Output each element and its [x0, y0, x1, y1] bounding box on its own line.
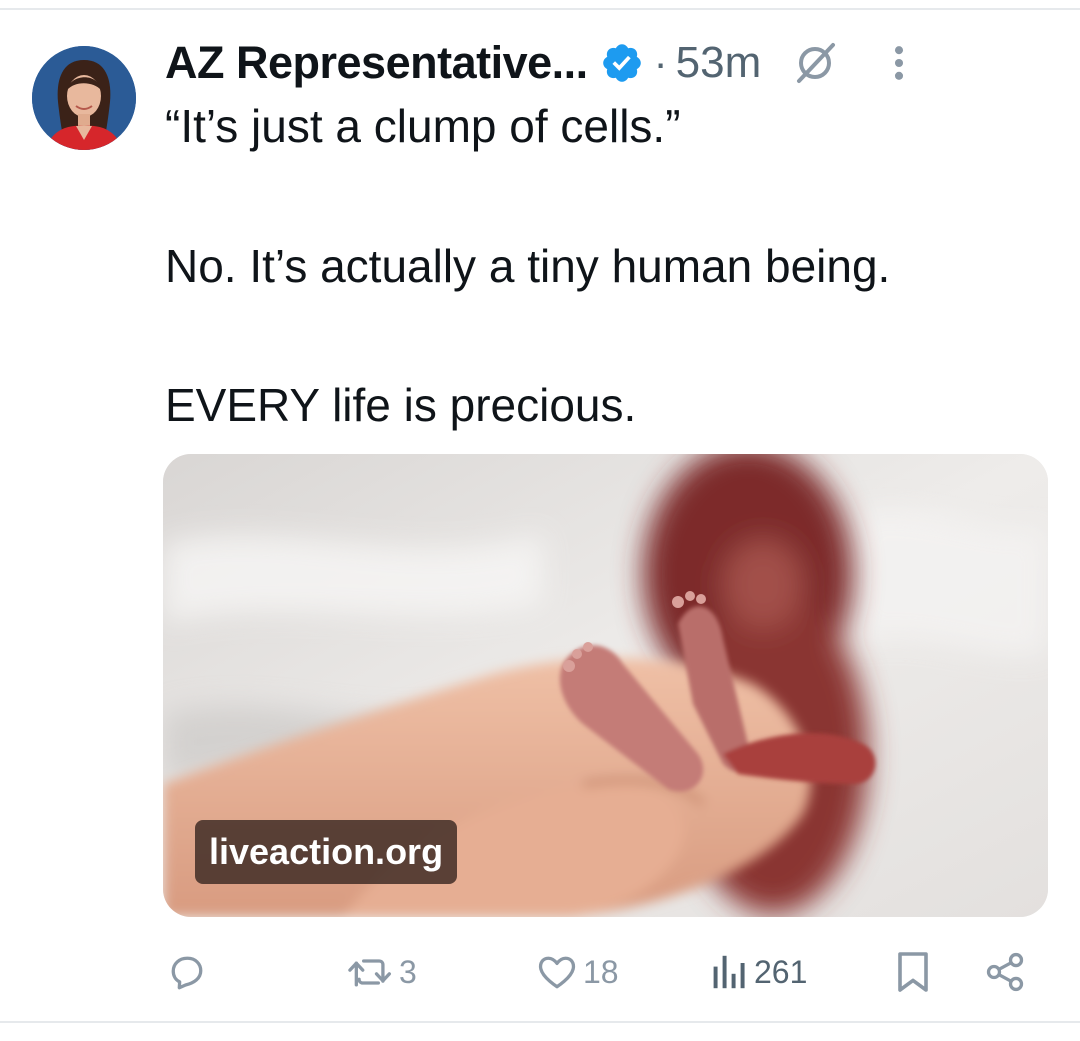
retweet-icon: [348, 959, 391, 987]
like-button[interactable]: 18: [535, 942, 619, 1002]
more-vertical-icon[interactable]: [889, 41, 909, 85]
media-caption: liveaction.org: [195, 820, 458, 884]
top-divider: [0, 8, 1080, 10]
avatar[interactable]: [32, 46, 136, 150]
reply-button[interactable]: [165, 942, 213, 1002]
action-bar: 3 18 261: [165, 942, 1045, 1002]
verified-badge-icon: [602, 44, 641, 82]
separator-dot: ·: [653, 39, 668, 86]
tweet-media[interactable]: liveaction.org: [163, 454, 1048, 917]
like-count: 18: [583, 953, 619, 990]
tweet-text-line: EVERY life is precious.: [165, 379, 637, 431]
bookmark-icon: [898, 952, 928, 992]
reply-icon: [171, 956, 203, 990]
heart-icon: [538, 956, 576, 989]
timestamp[interactable]: 53m: [676, 38, 762, 88]
tweet-text-line: No. It’s actually a tiny human being.: [165, 240, 891, 292]
view-count: 261: [754, 953, 808, 990]
tweet-text-line: “It’s just a clump of cells.”: [165, 100, 681, 152]
grok-icon[interactable]: [791, 39, 839, 87]
share-icon: [986, 952, 1024, 992]
retweet-button[interactable]: 3: [347, 942, 417, 1002]
author-name[interactable]: AZ Representative...: [165, 37, 588, 89]
tweet-header: AZ Representative... · 53m: [165, 32, 1045, 94]
views-chart-icon: [713, 955, 745, 989]
bookmark-button[interactable]: [893, 942, 933, 1002]
avatar-image: [32, 46, 136, 150]
retweet-count: 3: [399, 953, 417, 990]
share-button[interactable]: [983, 942, 1027, 1002]
bottom-divider: [0, 1021, 1080, 1023]
views-button[interactable]: 261: [710, 942, 807, 1002]
